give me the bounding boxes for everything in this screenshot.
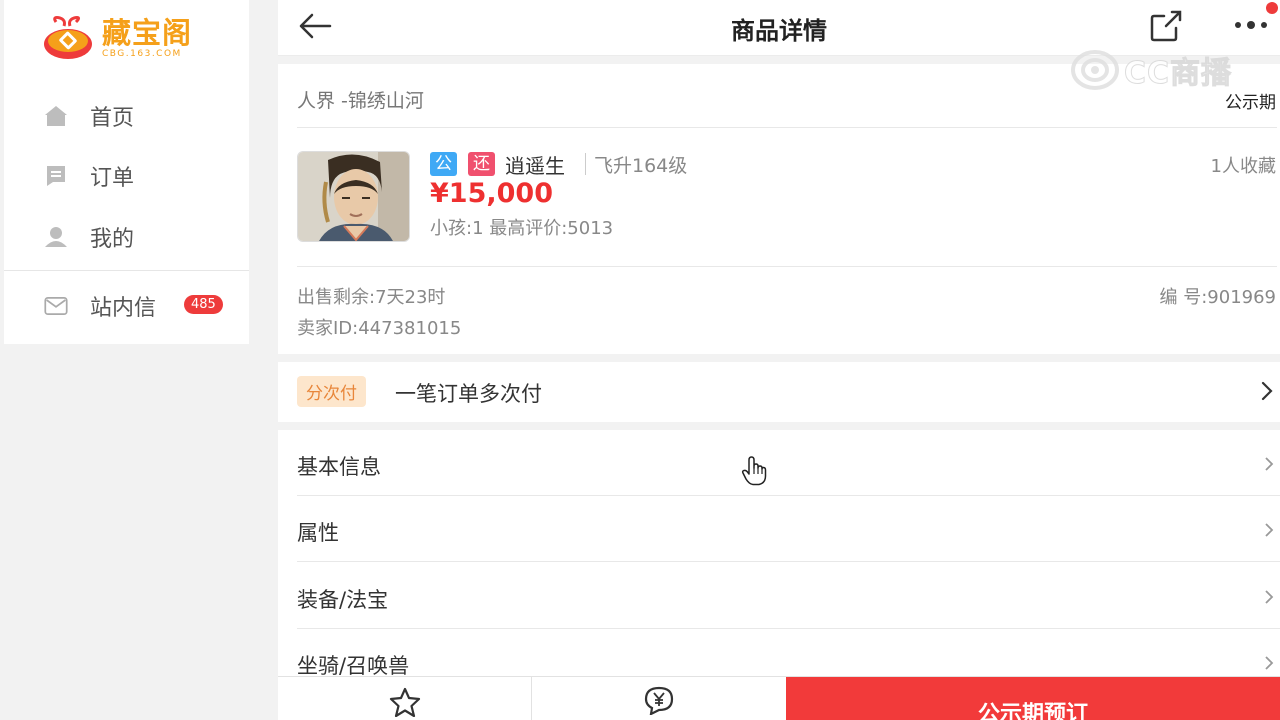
sidebar-item-label: 订单	[90, 166, 135, 191]
sidebar-item-label: 我的	[90, 227, 135, 252]
character-avatar[interactable]	[297, 151, 410, 242]
section-list: 基本信息 属性 装备/法宝 坐骑/召唤兽	[278, 430, 1280, 690]
hand-cursor-icon	[741, 456, 767, 486]
user-icon	[44, 225, 68, 249]
seller-id: 卖家ID:447381015	[297, 318, 462, 339]
section-label: 装备/法宝	[297, 588, 389, 612]
installment-tag: 分次付	[297, 376, 366, 407]
character-stats: 小孩:1 最高评价:5013	[430, 218, 614, 239]
order-icon	[44, 164, 68, 188]
section-attributes[interactable]: 属性	[278, 496, 1280, 562]
bottom-action-bar: 公示期预订	[278, 676, 1280, 720]
star-icon	[389, 687, 421, 717]
unread-badge: 485	[184, 295, 223, 314]
watermark-logo-icon	[1071, 50, 1119, 90]
chevron-right-icon	[1265, 590, 1274, 604]
sidebar-item-home[interactable]: 首页	[4, 91, 249, 141]
sidebar-item-mine[interactable]: 我的	[4, 212, 249, 262]
reserve-button[interactable]: 公示期预订	[786, 677, 1280, 720]
sale-remaining: 出售剩余:7天23时	[297, 287, 446, 308]
sidebar-item-label: 站内信	[90, 296, 157, 321]
sidebar: 藏宝阁 CBG.163.COM 首页 订单 我的 站内信 485	[4, 0, 249, 344]
treasure-logo-icon	[42, 14, 100, 62]
bargain-button[interactable]	[531, 677, 786, 720]
section-label: 属性	[297, 521, 339, 545]
watermark-text: CC商播	[1123, 56, 1233, 92]
price: ¥15,000	[430, 178, 553, 209]
sidebar-item-label: 首页	[90, 106, 135, 131]
bargain-tag: 还	[468, 152, 495, 176]
public-tag: 公	[430, 152, 457, 176]
favorite-button[interactable]	[278, 677, 530, 720]
notification-dot	[1266, 2, 1278, 14]
section-label: 基本信息	[297, 455, 381, 479]
character-level: 飞升164级	[594, 155, 688, 177]
watermark: CC商播	[1070, 48, 1242, 92]
mail-icon	[44, 294, 68, 318]
sidebar-item-messages[interactable]: 站内信 485	[4, 281, 249, 331]
installment-label: 一笔订单多次付	[395, 382, 542, 406]
chevron-right-icon	[1265, 523, 1274, 537]
yuan-bubble-icon	[644, 686, 674, 715]
character-name: 逍遥生	[505, 154, 565, 178]
logo[interactable]: 藏宝阁 CBG.163.COM	[42, 14, 192, 62]
share-button[interactable]	[1148, 8, 1184, 44]
sidebar-item-orders[interactable]: 订单	[4, 151, 249, 201]
installment-row[interactable]: 分次付 一笔订单多次付	[278, 362, 1280, 422]
section-equipment[interactable]: 装备/法宝	[278, 563, 1280, 629]
server-name: 人界 -锦绣山河	[297, 90, 424, 112]
divider	[585, 153, 586, 175]
item-number: 编 号:901969	[1159, 287, 1277, 308]
divider	[297, 266, 1277, 267]
more-icon	[1235, 21, 1267, 29]
more-button[interactable]	[1230, 10, 1272, 40]
sidebar-divider	[4, 270, 249, 271]
favorite-count: 1人收藏	[1210, 156, 1276, 177]
divider	[297, 127, 1277, 128]
share-icon	[1150, 10, 1182, 42]
chevron-right-icon	[1265, 656, 1274, 670]
home-icon	[44, 104, 68, 128]
chevron-right-icon	[1261, 381, 1273, 401]
product-card: 人界 -锦绣山河 公示期 公 还 逍遥生 飞升164级 1人收藏 ¥15,000…	[278, 64, 1280, 354]
chevron-right-icon	[1265, 457, 1274, 471]
divider	[297, 561, 1280, 562]
logo-subtitle: CBG.163.COM	[102, 49, 182, 59]
logo-title: 藏宝阁	[102, 16, 193, 50]
page-title: 商品详情	[731, 17, 827, 45]
main-panel: 商品详情 人界 -锦绣山河 公示期 公 还 逍遥生 飞升164级 1人收藏 ¥1…	[278, 0, 1280, 720]
section-basic-info[interactable]: 基本信息	[278, 430, 1280, 496]
